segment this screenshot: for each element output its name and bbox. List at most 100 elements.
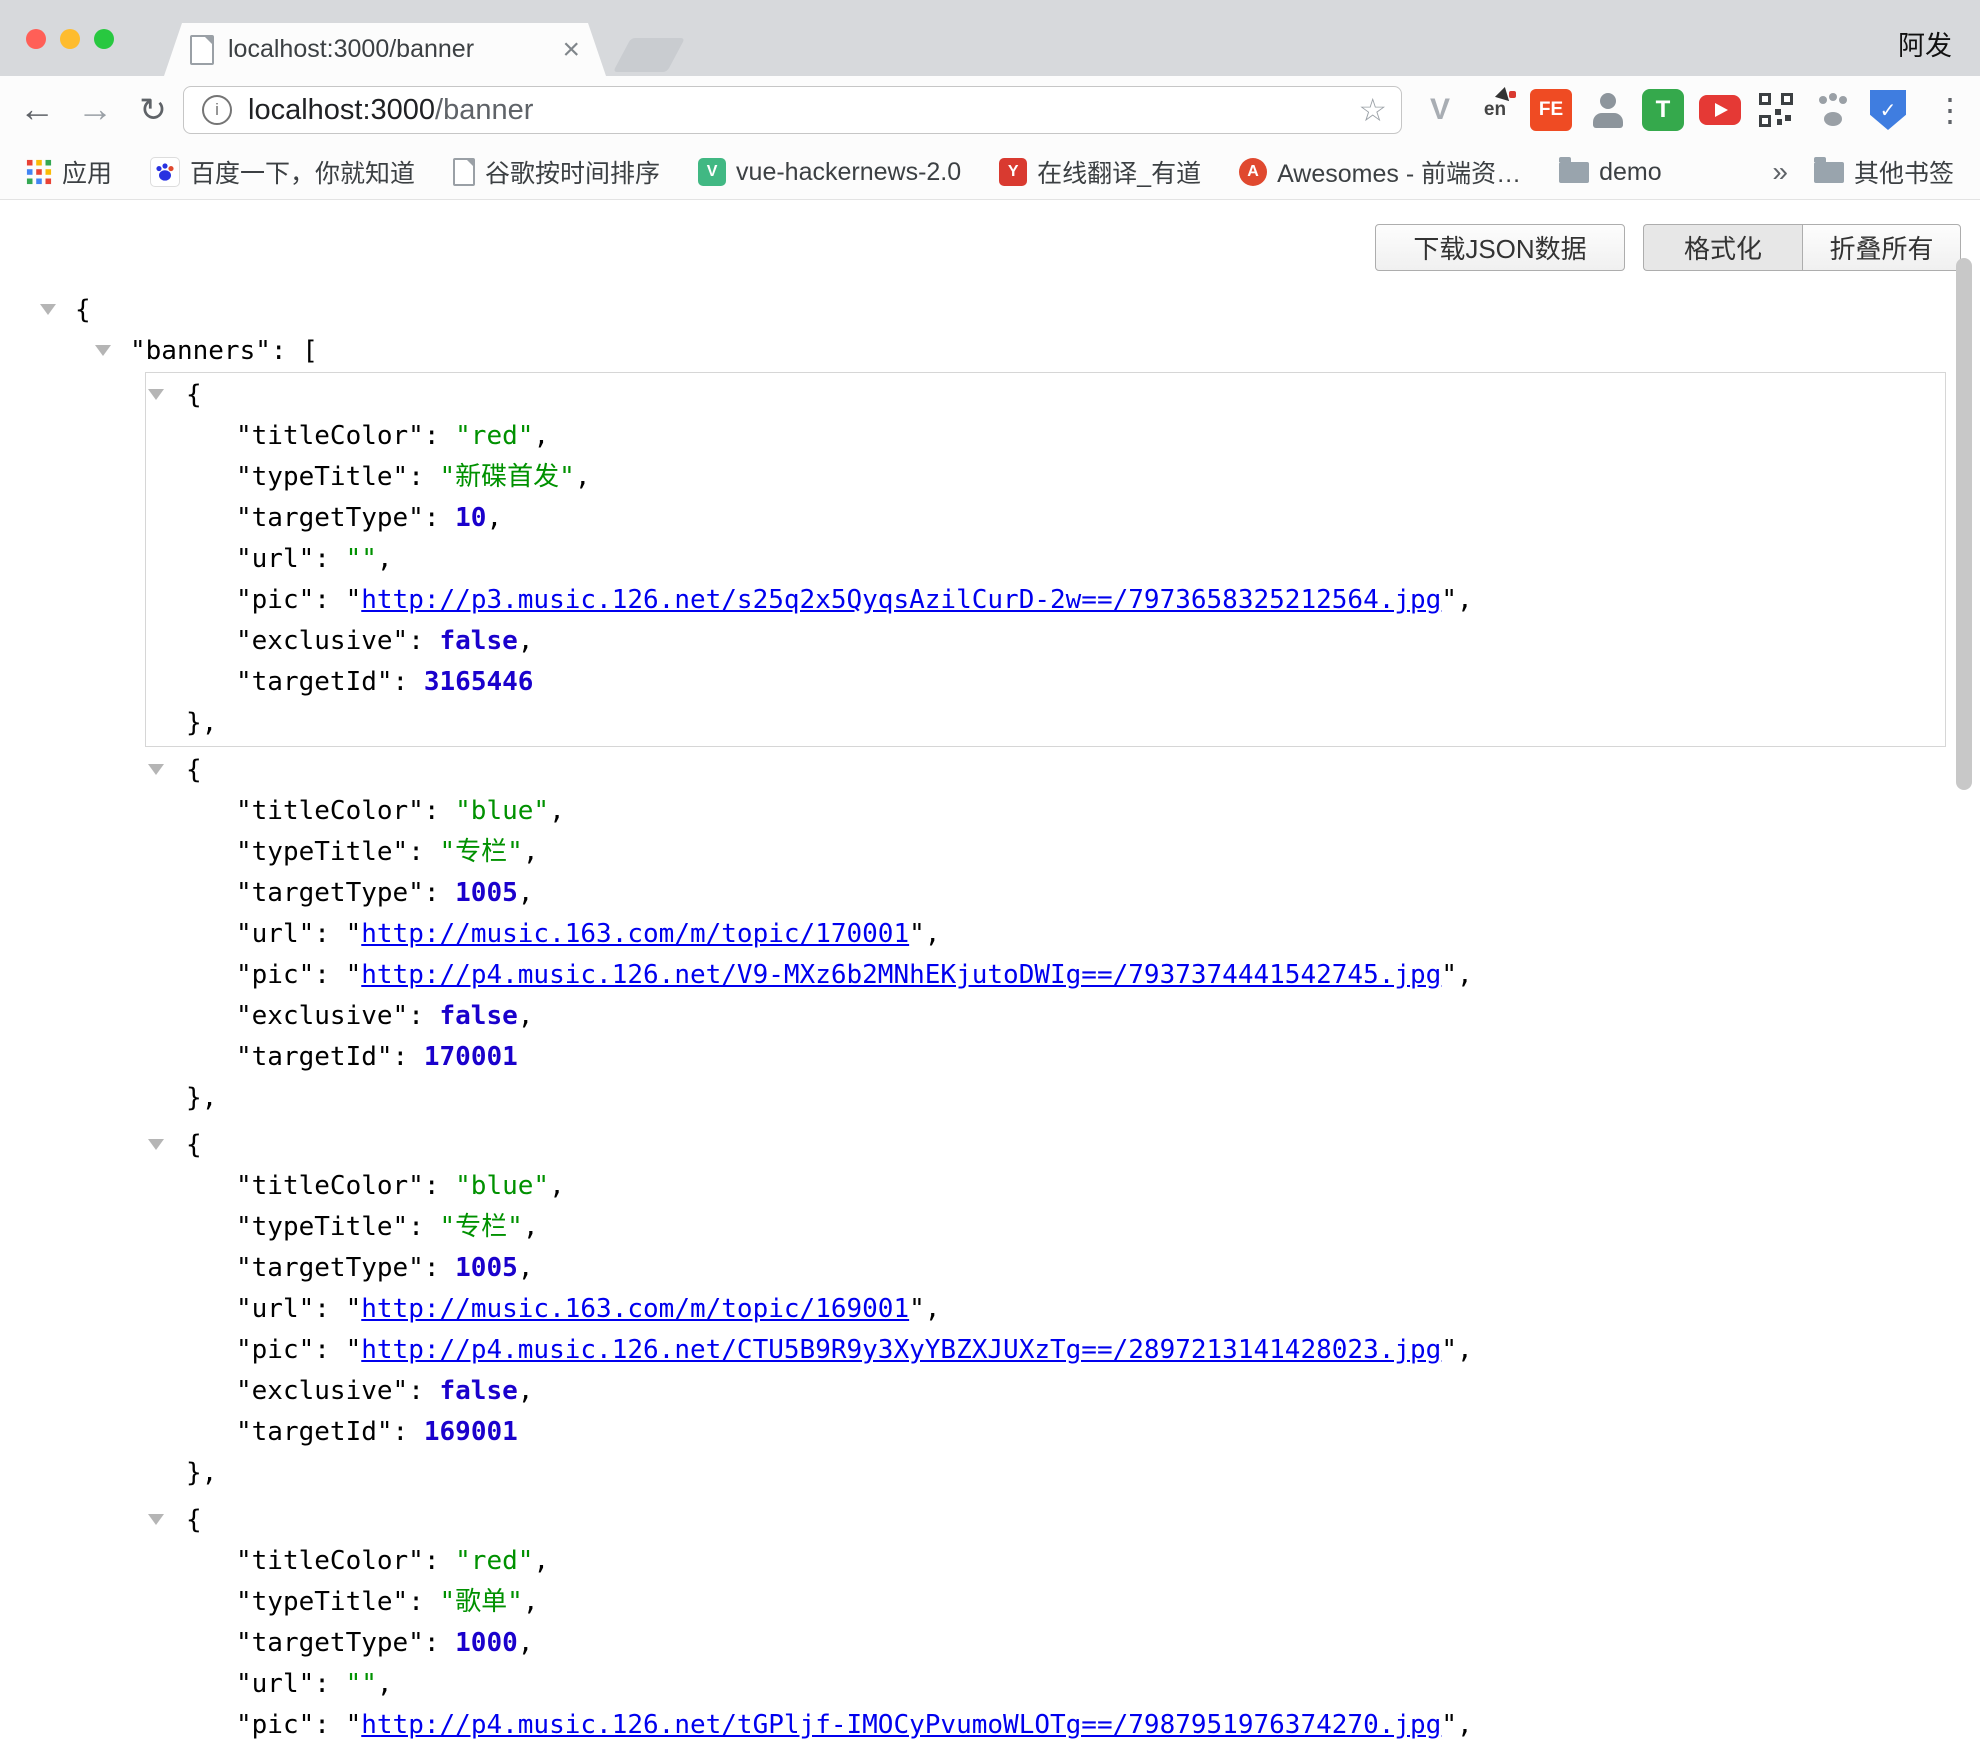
json-quote: " <box>346 585 362 615</box>
apps-grid-icon <box>26 159 52 185</box>
bookmark-baidu[interactable]: 百度一下，你就知道 <box>150 154 415 190</box>
fullscreen-window-button[interactable] <box>94 29 114 49</box>
json-key: "typeTitle" <box>236 837 408 867</box>
paw-extension-icon[interactable] <box>1812 89 1854 131</box>
tab-close-icon[interactable]: × <box>562 35 580 65</box>
json-row-targetType: "targetType": 10, <box>146 498 1945 539</box>
json-comma: , <box>518 626 534 656</box>
vue-devtools-extension-icon[interactable]: V <box>1419 89 1461 131</box>
json-row-typeTitle: "typeTitle": "专栏", <box>146 1207 1945 1248</box>
json-link-pic[interactable]: http://p4.music.126.net/CTU5B9R9y3XyYBZX… <box>361 1335 1441 1365</box>
forward-button[interactable]: → <box>70 84 120 134</box>
json-brace: { <box>75 295 91 325</box>
json-quote: ", <box>1441 960 1472 990</box>
collapse-all-button[interactable]: 折叠所有 <box>1802 224 1961 271</box>
json-link-pic[interactable]: http://p4.music.126.net/tGPljf-IMOCyPvum… <box>361 1710 1441 1740</box>
json-object-open: { <box>146 750 1945 791</box>
browser-toolbar: ← → ↻ i localhost:3000/banner ☆ V en FE … <box>0 76 1980 145</box>
collapse-toggle-icon[interactable] <box>95 345 111 356</box>
json-colon: : <box>393 667 424 697</box>
folder-icon <box>1814 162 1844 183</box>
json-string-value: "歌单" <box>440 1587 523 1617</box>
json-brace: { <box>186 755 202 785</box>
collapse-toggle-icon[interactable] <box>148 764 164 775</box>
json-link-url[interactable]: http://music.163.com/m/topic/169001 <box>361 1294 909 1324</box>
back-button[interactable]: ← <box>12 84 62 134</box>
json-key: "typeTitle" <box>236 1212 408 1242</box>
address-bar[interactable]: i localhost:3000/banner ☆ <box>183 86 1402 134</box>
json-colon: : <box>314 1335 345 1365</box>
youtube-extension-icon[interactable] <box>1699 89 1741 131</box>
json-link-pic[interactable]: http://p4.music.126.net/V9-MXz6b2MNhEKju… <box>361 960 1441 990</box>
qr-code-extension-icon[interactable] <box>1755 89 1797 131</box>
scrollbar-thumb[interactable] <box>1956 258 1972 790</box>
json-row-titleColor: "titleColor": "blue", <box>146 791 1945 832</box>
bookmark-label: vue-hackernews-2.0 <box>736 158 961 187</box>
json-string-value: "" <box>346 544 377 574</box>
json-key: "targetId" <box>236 667 393 697</box>
download-json-button[interactable]: 下载JSON数据 <box>1375 224 1625 271</box>
bookmark-youdao[interactable]: Y 在线翻译_有道 <box>999 154 1201 190</box>
bookmark-vue-hackernews[interactable]: V vue-hackernews-2.0 <box>698 158 961 187</box>
json-row-pic: "pic": "http://p4.music.126.net/V9-MXz6b… <box>146 955 1945 996</box>
json-row-titleColor: "titleColor": "red", <box>146 416 1945 457</box>
browser-menu-icon[interactable]: ⋮ <box>1930 89 1970 131</box>
format-button[interactable]: 格式化 <box>1643 224 1802 271</box>
blue-shield-extension-icon[interactable]: ✓ <box>1867 89 1909 131</box>
json-object-banner-3: { "titleColor": "blue", "typeTitle": "专栏… <box>145 1122 1946 1497</box>
minimize-window-button[interactable] <box>60 29 80 49</box>
json-number-value: 10 <box>455 503 486 533</box>
format-toggle-group: 格式化 折叠所有 <box>1643 224 1961 271</box>
green-shield-extension-icon[interactable]: T <box>1642 89 1684 131</box>
bookmarks-overflow-icon[interactable]: » <box>1772 156 1788 188</box>
json-colon: : <box>314 960 345 990</box>
json-row-url: "url": "", <box>146 539 1945 580</box>
json-key: "typeTitle" <box>236 1587 408 1617</box>
json-quote: ", <box>909 919 940 949</box>
json-string-value: "" <box>346 1669 377 1699</box>
reload-button[interactable]: ↻ <box>128 84 178 134</box>
json-colon: : <box>408 1376 439 1406</box>
json-colon: : <box>314 585 345 615</box>
collapse-toggle-icon[interactable] <box>40 304 56 315</box>
other-bookmarks-folder[interactable]: 其他书签 <box>1814 154 1954 190</box>
json-comma: , <box>377 544 393 574</box>
json-key: "url" <box>236 1669 314 1699</box>
profile-name[interactable]: 阿发 <box>1898 24 1952 63</box>
translate-extension-icon[interactable]: en <box>1474 89 1516 131</box>
json-object-banner-1: { "titleColor": "red", "typeTitle": "新碟首… <box>145 372 1946 747</box>
new-tab-button[interactable] <box>613 38 685 72</box>
collapse-toggle-icon[interactable] <box>148 1514 164 1525</box>
collapse-toggle-icon[interactable] <box>148 1139 164 1150</box>
awesomes-favicon: A <box>1239 158 1267 186</box>
json-key: "targetType" <box>236 503 424 533</box>
json-key: "banners" <box>130 336 271 366</box>
bookmark-apps[interactable]: 应用 <box>26 154 112 190</box>
json-number-value: 3165446 <box>424 667 534 697</box>
json-row-exclusive: "exclusive": false, <box>146 621 1945 662</box>
close-window-button[interactable] <box>26 29 46 49</box>
people-extension-icon[interactable] <box>1587 89 1629 131</box>
json-comma: , <box>518 1001 534 1031</box>
json-object-open: { <box>146 375 1945 416</box>
tab-localhost-banner[interactable]: localhost:3000/banner × <box>164 23 606 76</box>
json-row-url: "url": "http://music.163.com/m/topic/170… <box>146 914 1945 955</box>
collapse-toggle-icon[interactable] <box>148 389 164 400</box>
fe-extension-icon[interactable]: FE <box>1530 89 1572 131</box>
json-comma: , <box>549 796 565 826</box>
bookmark-awesomes[interactable]: A Awesomes - 前端资… <box>1239 154 1521 190</box>
json-colon: : <box>408 837 439 867</box>
bookmark-google-sort[interactable]: 谷歌按时间排序 <box>453 154 660 190</box>
json-colon: : <box>424 1253 455 1283</box>
json-link-pic[interactable]: http://p3.music.126.net/s25q2x5QyqsAzilC… <box>361 585 1441 615</box>
json-string-value: "专栏" <box>440 1212 523 1242</box>
json-number-value: 1000 <box>455 1628 518 1658</box>
json-link-url[interactable]: http://music.163.com/m/topic/170001 <box>361 919 909 949</box>
bookmark-folder-demo[interactable]: demo <box>1559 158 1662 187</box>
page-info-icon[interactable]: i <box>202 95 232 125</box>
json-brace: { <box>186 380 202 410</box>
json-quote: " <box>346 960 362 990</box>
bookmark-star-icon[interactable]: ☆ <box>1358 91 1387 129</box>
json-root-open: { <box>0 290 1980 331</box>
json-colon: : <box>408 1001 439 1031</box>
